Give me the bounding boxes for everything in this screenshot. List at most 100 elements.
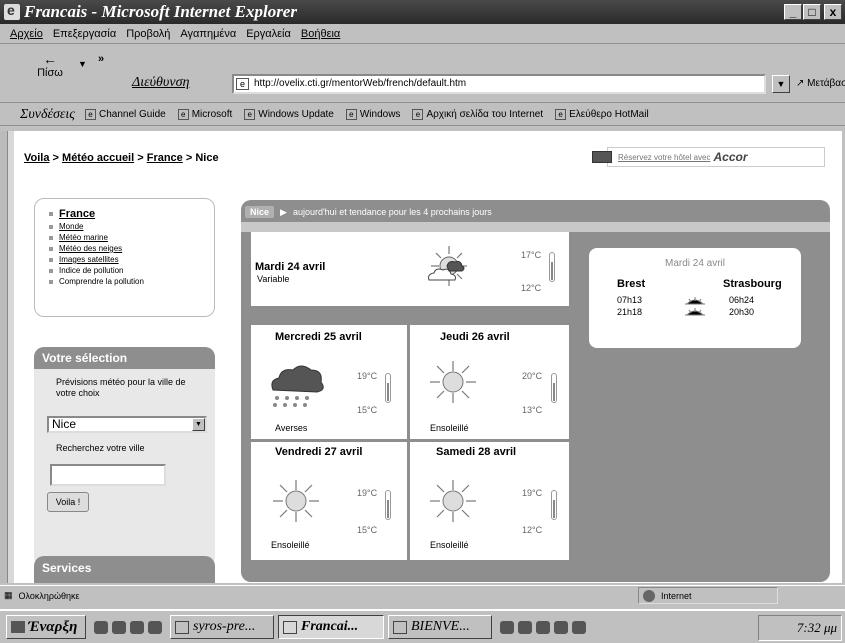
breadcrumb-nice: Nice (195, 152, 219, 164)
bullet-icon (49, 257, 53, 262)
link-page-icon: e (555, 109, 567, 120)
nav-item-marine[interactable]: Météo marine (49, 233, 214, 242)
day-tmin: 15°C (357, 525, 378, 535)
back-button[interactable]: ← Πίσω (30, 51, 70, 79)
link-channel-guide[interactable]: e Channel Guide (84, 109, 166, 120)
zone-indicator: Internet (638, 587, 778, 604)
breadcrumb-meteo[interactable]: Météo accueil (62, 152, 134, 164)
link-page-icon: e (412, 109, 424, 120)
day-cell: Jeudi 26 avril Ensoleillé 20°C 13°C (410, 325, 569, 439)
task-syros[interactable]: syros-pre... (170, 615, 274, 639)
window-title: Francais - Microsoft Internet Explorer (24, 2, 297, 21)
menu-favorites[interactable]: Αγαπημένα (180, 28, 236, 40)
link-microsoft[interactable]: e Microsoft (177, 109, 232, 120)
status-bar: ▦ Ολοκληρώθηκε Internet (0, 585, 845, 605)
toolbar: ← Πίσω ▼ » Διεύθυνση e http://ovelix.cti… (0, 45, 845, 103)
sun-icon (430, 480, 476, 522)
outlook-icon[interactable] (130, 620, 144, 634)
menu-edit[interactable]: Επεξεργασία (53, 28, 116, 40)
thermometer-icon (385, 373, 391, 403)
close-button[interactable]: x (824, 4, 842, 20)
task-francais[interactable]: Francai... (278, 615, 384, 639)
today-day: Mardi 24 avril (255, 261, 326, 273)
breadcrumb: Voila > Météo accueil > France > Nice (24, 152, 219, 164)
link-hotmail[interactable]: e Ελεύθερο HotMail (555, 109, 649, 120)
arrow-right-icon: ▶ (280, 206, 287, 217)
selection-text: Prévisions météo pour la ville de votre … (56, 377, 186, 398)
city-select[interactable]: Nice ▼ (47, 416, 207, 433)
menu-file[interactable]: Αρχείο (10, 28, 43, 40)
maximize-button[interactable]: □ (803, 4, 821, 20)
address-input[interactable]: e http://ovelix.cti.gr/mentorWeb/french/… (232, 74, 766, 94)
nav-item-pollution[interactable]: Indice de pollution (49, 266, 214, 275)
back-dropdown-icon[interactable]: ▼ (78, 59, 87, 69)
clock-time: 7:32 μμ (796, 620, 837, 635)
link-page-icon: e (244, 109, 256, 120)
day-tmax: 20°C (522, 371, 543, 381)
bullet-icon (49, 279, 53, 284)
desktop-icon[interactable] (94, 620, 108, 634)
city-search-input[interactable] (50, 464, 166, 486)
address-dropdown-icon[interactable]: ▼ (772, 75, 790, 93)
header-band (241, 222, 830, 232)
link-windows[interactable]: e Windows (345, 109, 400, 120)
task-bienvenue[interactable]: BIENVE... (388, 615, 492, 639)
ephem-date: Mardi 24 avril (664, 258, 726, 269)
menu-tools[interactable]: Εργαλεία (246, 28, 291, 40)
rain-cloud-icon (271, 365, 324, 407)
task-label: Francai... (301, 619, 359, 634)
window-icon (175, 620, 189, 634)
minimize-button[interactable]: _ (784, 4, 802, 20)
today-cell: Mardi 24 avril Variable 17°C 12°C (251, 232, 569, 306)
page-content: Voila > Météo accueil > France > Nice Ré… (14, 131, 842, 583)
zone-label: Internet (661, 590, 692, 601)
channels-icon[interactable] (148, 620, 162, 634)
breadcrumb-voila[interactable]: Voila (24, 152, 49, 164)
menu-help[interactable]: Βοήθεια (301, 28, 340, 40)
globe-icon (643, 589, 655, 602)
nav-item-monde[interactable]: Monde (49, 222, 214, 231)
link-windows-update[interactable]: e Windows Update (244, 109, 334, 120)
tray-shield-icon[interactable] (500, 620, 514, 634)
windows-logo-icon (11, 621, 25, 633)
tray-network-icon[interactable] (518, 620, 532, 634)
tray-volume-icon[interactable] (554, 620, 568, 634)
title-bar: Francais - Microsoft Internet Explorer _… (0, 0, 845, 24)
hotel-banner[interactable]: Réservez votre hôtel avec Accor (592, 147, 825, 167)
nav-item-comprendre[interactable]: Comprendre la pollution (49, 277, 214, 286)
day-tmin: 15°C (357, 405, 378, 415)
bed-icon (592, 151, 612, 163)
ie-quicklaunch-icon[interactable] (112, 620, 126, 634)
tray-lang-icon[interactable] (536, 620, 550, 634)
start-label: Έναρξη (28, 618, 78, 635)
selection-panel: Votre sélection Prévisions météo pour la… (34, 347, 215, 567)
nav-label: Météo des neiges (59, 244, 123, 253)
start-button[interactable]: Έναρξη (6, 615, 86, 639)
hotel-text: Réservez votre hôtel avec (618, 152, 711, 162)
link-label: Windows Update (258, 109, 334, 120)
systray-icons (500, 620, 586, 634)
back-arrow-icon: ← (43, 51, 57, 67)
link-label: Ελεύθερο HotMail (569, 109, 649, 120)
today-desc: Variable (257, 274, 290, 284)
chevron-down-icon[interactable]: ▼ (192, 418, 205, 431)
day-desc: Averses (275, 423, 308, 433)
thermometer-icon (551, 490, 557, 520)
status-text: Ολοκληρώθηκε (18, 590, 80, 601)
nav-item-neiges[interactable]: Météo des neiges (49, 244, 214, 253)
voila-button[interactable]: Voila ! (47, 492, 89, 512)
link-internet-start[interactable]: e Αρχική σελίδα του Internet (412, 109, 543, 120)
nav-item-france[interactable]: France (49, 208, 214, 220)
day-tmax: 19°C (522, 488, 543, 498)
goto-button[interactable]: ↗ Μετάβαση (796, 78, 845, 89)
tray-monitor-icon[interactable] (572, 620, 586, 634)
sun-icon (430, 361, 476, 403)
clock: 7:32 μμ (758, 615, 842, 641)
today-tmax: 17°C (521, 250, 542, 260)
services-header[interactable]: Services (34, 556, 215, 583)
frame-scrollbar[interactable] (0, 131, 7, 583)
menu-view[interactable]: Προβολή (126, 28, 170, 40)
nav-item-satellites[interactable]: Images satellites (49, 255, 214, 264)
breadcrumb-france[interactable]: France (147, 152, 183, 164)
toolbar-more-icon[interactable]: » (98, 53, 104, 65)
